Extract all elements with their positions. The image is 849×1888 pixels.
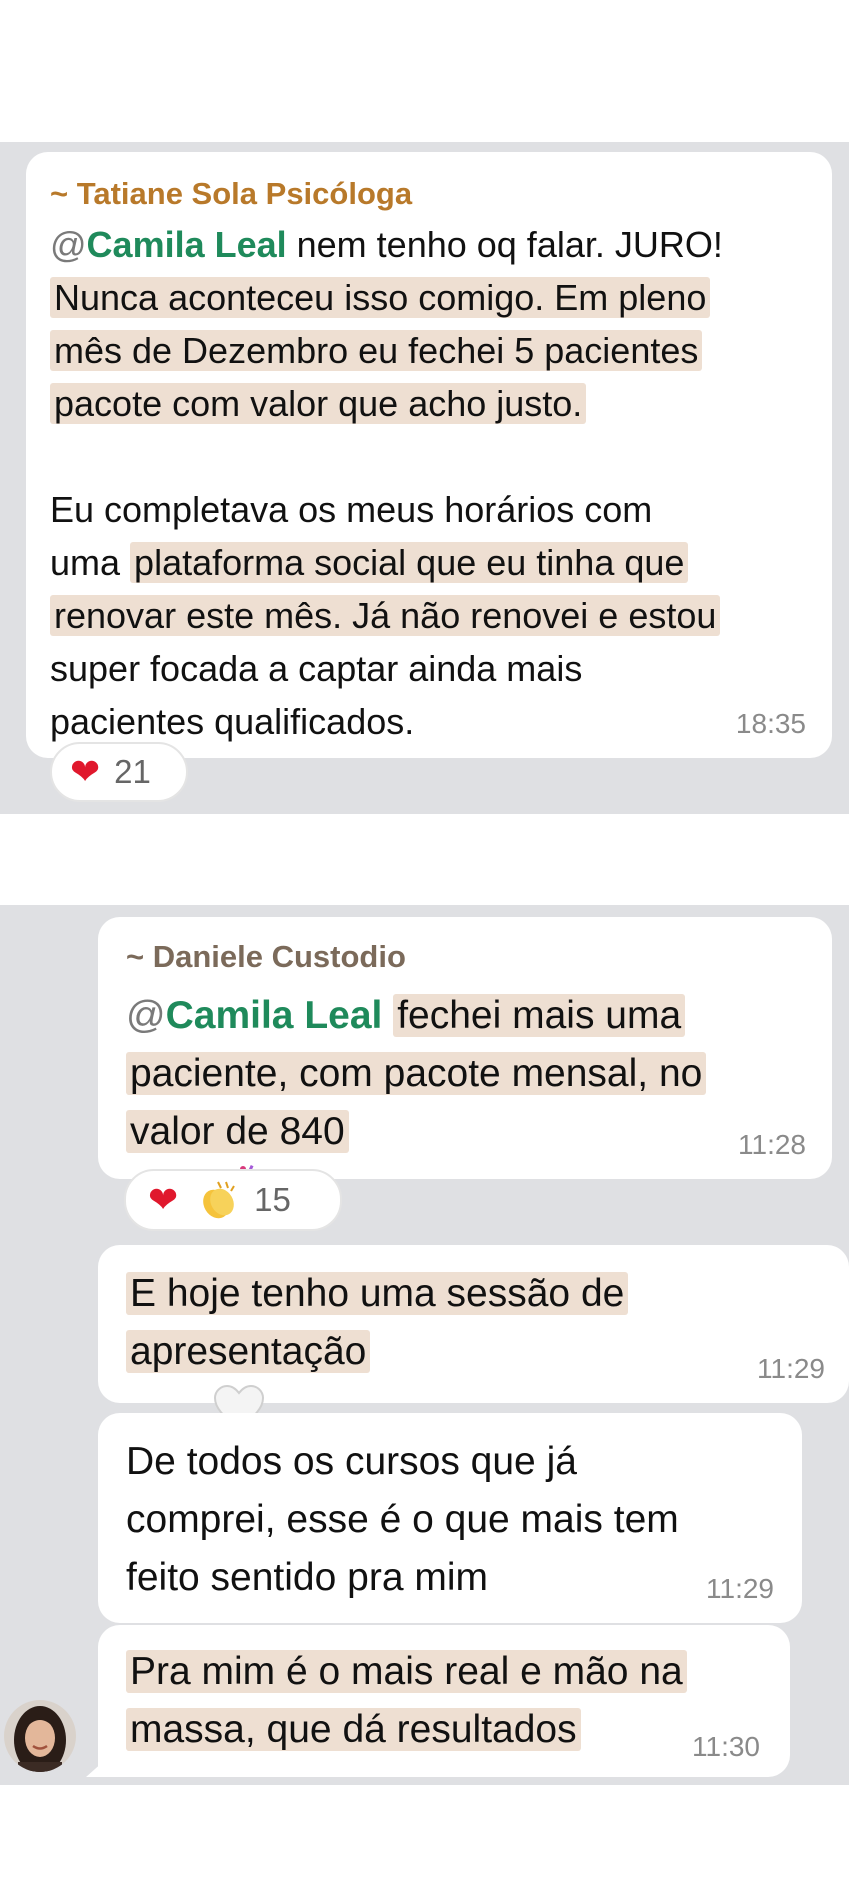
message-line: De todos os cursos que já — [126, 1440, 577, 1483]
clapping-hands-icon — [203, 1181, 236, 1219]
mention-link[interactable]: Camila Leal — [87, 224, 287, 265]
profile-photo-icon — [4, 1700, 76, 1772]
message-bubble-daniele-3[interactable]: De todos os cursos que já comprei, esse … — [98, 1413, 802, 1623]
red-heart-icon: ❤ — [70, 751, 101, 792]
message-body: De todos os cursos que já comprei, esse … — [126, 1433, 796, 1607]
message-timestamp: 11:29 — [706, 1573, 774, 1604]
message-timestamp: 11:28 — [738, 1129, 806, 1160]
message-body: @Camila Leal nem tenho oq falar. JURO! N… — [50, 218, 830, 748]
message-line: Nunca aconteceu isso comigo. Em pleno — [50, 271, 830, 324]
message-bubble-tatiane[interactable]: ~ Tatiane Sola Psicóloga @Camila Leal ne… — [26, 152, 832, 758]
message-body: Pra mim é o mais real e mão na massa, qu… — [126, 1643, 786, 1759]
message-bubble-daniele-2[interactable]: E hoje tenho uma sessão de apresentação … — [98, 1245, 849, 1430]
message-line: Pra mim é o mais real e mão na — [126, 1643, 786, 1701]
avatar[interactable] — [4, 1700, 76, 1772]
chat-panel-2: ~ Daniele Custodio @Camila Leal fechei m… — [0, 905, 849, 1785]
message-line: Eu completava os meus horários com — [50, 489, 653, 530]
reaction-count: 21 — [114, 753, 151, 790]
reaction-pill[interactable]: ❤ 21 — [50, 742, 188, 802]
bubble-tail — [86, 1761, 104, 1777]
message-timestamp: 18:35 — [735, 708, 806, 739]
message-line: paciente, com pacote mensal, no — [126, 1045, 826, 1103]
message-body: @Camila Leal fechei mais uma paciente, c… — [126, 987, 826, 1280]
message-line: pacientes qualificados. — [50, 701, 415, 742]
reaction-pill[interactable]: ❤ 15 — [124, 1169, 342, 1231]
sender-name[interactable]: ~ Tatiane Sola Psicóloga — [50, 174, 412, 214]
message-bubble-daniele-4[interactable]: Pra mim é o mais real e mão na massa, qu… — [98, 1625, 790, 1777]
message-line: renovar este mês. Já não renovei e estou — [50, 589, 830, 642]
message-line: feito sentido pra mim — [126, 1556, 488, 1599]
red-heart-icon: ❤ — [148, 1179, 179, 1220]
message-line: uma plataforma social que eu tinha que — [50, 536, 830, 589]
chat-panel-1: ~ Tatiane Sola Psicóloga @Camila Leal ne… — [0, 142, 849, 814]
message-line: massa, que dá resultados — [126, 1701, 786, 1759]
reaction-count: 15 — [254, 1181, 291, 1218]
message-line: pacote com valor que acho justo. — [50, 377, 830, 430]
message-line: mês de Dezembro eu fechei 5 pacientes — [50, 324, 830, 377]
message-bubble-daniele-1[interactable]: ~ Daniele Custodio @Camila Leal fechei m… — [98, 917, 832, 1209]
sender-name[interactable]: ~ Daniele Custodio — [126, 937, 406, 977]
mention-link[interactable]: Camila Leal — [166, 994, 383, 1037]
message-timestamp: 11:30 — [692, 1731, 760, 1762]
message-line: @Camila Leal nem tenho oq falar. JURO! — [50, 224, 723, 265]
message-line: @Camila Leal fechei mais uma — [126, 987, 826, 1045]
message-line: super focada a captar ainda mais — [50, 648, 583, 689]
message-timestamp: 11:29 — [757, 1353, 825, 1384]
message-line: comprei, esse é o que mais tem — [126, 1498, 679, 1541]
message-line: E hoje tenho uma sessão de — [126, 1265, 826, 1323]
